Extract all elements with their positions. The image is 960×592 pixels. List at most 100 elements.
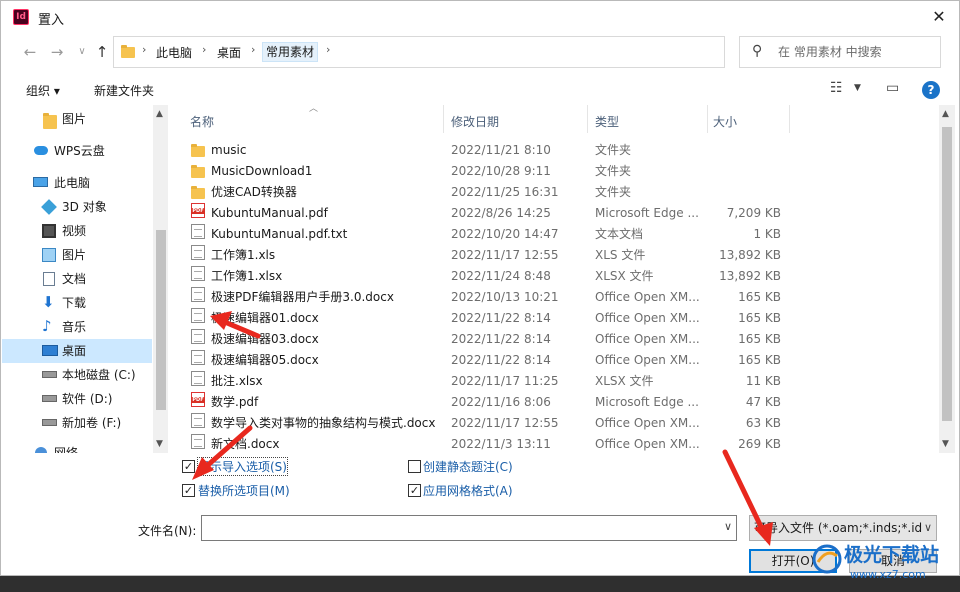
search-box[interactable]: ⚲ bbox=[739, 36, 941, 68]
file-row[interactable]: MusicDownload1 2022/10/28 9:11 文件夹 bbox=[169, 161, 939, 182]
file-name: 极速编辑器01.docx bbox=[211, 311, 319, 325]
document-file-icon bbox=[191, 245, 205, 260]
sidebar-item-music[interactable]: ♪ 音乐 bbox=[2, 315, 152, 339]
file-name: music bbox=[211, 143, 247, 157]
chevron-up-icon[interactable]: ▲ bbox=[156, 109, 163, 119]
chevron-down-icon[interactable]: ▼ bbox=[942, 439, 949, 449]
column-divider[interactable] bbox=[443, 105, 444, 133]
file-name: 新文档.docx bbox=[211, 437, 280, 451]
file-date: 2022/8/26 14:25 bbox=[451, 206, 551, 220]
command-bar: 组织 ▾ 新建文件夹 ☷ ▼ ▭ ? bbox=[2, 75, 959, 105]
sidebar-item-desktop[interactable]: 桌面 bbox=[2, 339, 152, 363]
file-date: 2022/11/17 12:55 bbox=[451, 248, 559, 262]
file-name: 极速编辑器03.docx bbox=[211, 332, 319, 346]
help-icon[interactable]: ? bbox=[922, 81, 940, 99]
apply-grid-format-label[interactable]: 应用网格格式(A) bbox=[423, 482, 513, 499]
sidebar-scrollbar[interactable]: ▲ ▼ bbox=[153, 105, 168, 453]
sidebar-item-3d-objects[interactable]: 3D 对象 bbox=[2, 195, 152, 219]
watermark-url: www.xz7.com bbox=[850, 568, 926, 581]
sidebar-item-wps-cloud[interactable]: WPS云盘 bbox=[2, 139, 152, 163]
chevron-down-icon: ∨ bbox=[921, 516, 932, 540]
column-divider[interactable] bbox=[789, 105, 790, 133]
replace-selected-checkbox[interactable]: ✓ bbox=[182, 484, 195, 497]
file-row[interactable]: 工作簿1.xls 2022/11/17 12:55 XLS 文件 13,892 KB bbox=[169, 245, 939, 266]
chevron-right-icon[interactable]: › bbox=[326, 43, 330, 56]
file-size: 63 KB bbox=[745, 416, 781, 430]
up-button[interactable]: ↑ bbox=[91, 41, 113, 63]
close-icon[interactable]: ✕ bbox=[927, 5, 951, 29]
file-type-select[interactable]: 可导入文件 (*.oam;*.inds;*.idr ∨ bbox=[749, 515, 937, 541]
file-row[interactable]: 极速编辑器05.docx 2022/11/22 8:14 Office Open X… bbox=[169, 350, 939, 371]
file-name: 极速编辑器05.docx bbox=[211, 353, 319, 367]
chevron-down-icon[interactable]: ∨ bbox=[724, 520, 732, 533]
file-row[interactable]: 优速CAD转换器 2022/11/25 16:31 文件夹 bbox=[169, 182, 939, 203]
address-bar[interactable]: › 此电脑 › 桌面 › 常用素材 › ∨ ↻ bbox=[113, 36, 828, 68]
view-options-icon[interactable]: ☷ bbox=[830, 80, 842, 96]
file-row[interactable]: 工作簿1.xlsx 2022/11/24 8:48 XLSX 文件 13,892 KB bbox=[169, 266, 939, 287]
chevron-down-icon[interactable]: ▼ bbox=[156, 439, 163, 449]
document-file-icon bbox=[191, 287, 205, 302]
apply-grid-format-checkbox[interactable]: ✓ bbox=[408, 484, 421, 497]
file-row[interactable]: 批注.xlsx 2022/11/17 11:25 XLSX 文件 11 KB bbox=[169, 371, 939, 392]
file-name: 数学导入类对事物的抽象结构与模式.docx bbox=[211, 416, 436, 430]
file-list-scrollbar[interactable]: ▲ ▼ bbox=[939, 105, 955, 453]
sidebar-item-drive-d[interactable]: 软件 (D:) bbox=[2, 387, 152, 411]
cloud-icon bbox=[34, 146, 48, 155]
file-row[interactable]: KubuntuManual.pdf 2022/8/26 14:25 Microsof… bbox=[169, 203, 939, 224]
sidebar-item-downloads[interactable]: ⬇ 下载 bbox=[2, 291, 152, 315]
chevron-up-icon[interactable]: ▲ bbox=[942, 109, 949, 119]
breadcrumb-current-folder[interactable]: 常用素材 bbox=[262, 42, 319, 62]
sidebar-item-videos[interactable]: 视频 bbox=[2, 219, 152, 243]
column-header-date[interactable]: 修改日期 bbox=[451, 113, 499, 130]
create-static-caption-checkbox[interactable] bbox=[408, 460, 421, 473]
forward-button[interactable]: → bbox=[46, 41, 68, 63]
file-size: 13,892 KB bbox=[719, 248, 781, 262]
scrollbar-thumb[interactable] bbox=[156, 230, 166, 410]
breadcrumb-desktop[interactable]: 桌面 bbox=[217, 44, 241, 61]
file-type: XLSX 文件 bbox=[595, 374, 654, 388]
column-header-name[interactable]: 名称 bbox=[190, 113, 214, 130]
breadcrumb-this-pc[interactable]: 此电脑 bbox=[156, 44, 192, 61]
column-header-type[interactable]: 类型 bbox=[595, 113, 619, 130]
recent-locations-button[interactable]: ∨ bbox=[71, 41, 93, 63]
new-folder-button[interactable]: 新建文件夹 bbox=[94, 82, 154, 99]
dialog-title: 置入 bbox=[38, 13, 65, 28]
replace-selected-label[interactable]: 替换所选项目(M) bbox=[198, 482, 290, 499]
file-row[interactable]: 极速编辑器01.docx 2022/11/22 8:14 Office Open X… bbox=[169, 308, 939, 329]
back-button[interactable]: ← bbox=[19, 41, 41, 63]
show-import-options-label[interactable]: 显示导入选项(S) bbox=[197, 457, 288, 476]
organize-menu[interactable]: 组织 ▾ bbox=[26, 82, 60, 99]
sidebar-item-pictures[interactable]: 图片 bbox=[2, 243, 152, 267]
column-divider[interactable] bbox=[587, 105, 588, 133]
file-row[interactable]: 数学导入类对事物的抽象结构与模式.docx 2022/11/17 12:55 Off… bbox=[169, 413, 939, 434]
preview-pane-icon[interactable]: ▭ bbox=[886, 80, 899, 96]
file-date: 2022/11/24 8:48 bbox=[451, 269, 551, 283]
sidebar-item-this-pc[interactable]: 此电脑 bbox=[2, 171, 152, 195]
file-row[interactable]: music 2022/11/21 8:10 文件夹 bbox=[169, 140, 939, 161]
search-input[interactable] bbox=[776, 42, 936, 62]
create-static-caption-label[interactable]: 创建静态题注(C) bbox=[423, 458, 513, 475]
file-row[interactable]: 极速编辑器03.docx 2022/11/22 8:14 Office Open X… bbox=[169, 329, 939, 350]
drive-icon bbox=[42, 371, 57, 378]
scrollbar-thumb[interactable] bbox=[942, 127, 952, 421]
sidebar-item-drive-f[interactable]: 新加卷 (F:) bbox=[2, 411, 152, 435]
sidebar-item-pictures-quick[interactable]: 图片 bbox=[2, 107, 152, 131]
file-type: Office Open XM... bbox=[595, 290, 700, 304]
file-type: Office Open XM... bbox=[595, 311, 700, 325]
sidebar-item-network[interactable]: 网络 bbox=[2, 441, 152, 453]
column-header-size[interactable]: 大小 bbox=[713, 113, 737, 130]
file-type: Office Open XM... bbox=[595, 416, 700, 430]
filename-input[interactable]: ∨ bbox=[201, 515, 737, 541]
file-row[interactable]: KubuntuManual.pdf.txt 2022/10/20 14:47 文本文… bbox=[169, 224, 939, 245]
folder-icon bbox=[121, 45, 135, 58]
show-import-options-checkbox[interactable]: ✓ bbox=[182, 460, 195, 473]
column-divider[interactable] bbox=[707, 105, 708, 133]
chevron-down-icon: ∨ bbox=[78, 46, 86, 57]
file-row[interactable]: 新文档.docx 2022/11/3 13:11 Office Open XM...… bbox=[169, 434, 939, 453]
file-type: 文本文档 bbox=[595, 227, 644, 241]
chevron-down-icon[interactable]: ▼ bbox=[854, 83, 861, 93]
file-row[interactable]: 极速PDF编辑器用户手册3.0.docx 2022/10/13 10:21 Offi… bbox=[169, 287, 939, 308]
file-row[interactable]: 数学.pdf 2022/11/16 8:06 Microsoft Edge ... 4… bbox=[169, 392, 939, 413]
sidebar-item-documents[interactable]: 文档 bbox=[2, 267, 152, 291]
sidebar-item-drive-c[interactable]: 本地磁盘 (C:) bbox=[2, 363, 152, 387]
